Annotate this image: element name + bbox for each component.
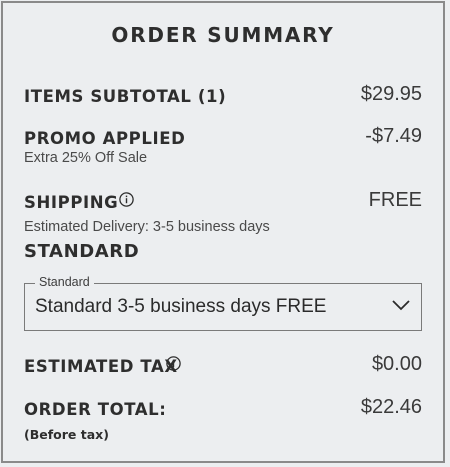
shipping-value: FREE bbox=[368, 189, 422, 211]
order-summary-panel: ORDER SUMMARY ITEMS SUBTOTAL (1) $29.95 … bbox=[1, 1, 445, 463]
estimated-tax-label: ESTIMATED TAX bbox=[24, 357, 178, 376]
before-tax-note: (Before tax) bbox=[24, 427, 109, 442]
estimated-tax-value: $0.00 bbox=[371, 353, 422, 375]
shipping-method-select[interactable]: Standard Standard 3-5 business days FREE bbox=[24, 275, 422, 331]
promo-applied-value: -$7.49 bbox=[365, 125, 422, 147]
shipping-select-legend: Standard bbox=[35, 275, 94, 289]
chevron-down-icon[interactable] bbox=[391, 298, 411, 312]
shipping-select-value: Standard 3-5 business days FREE bbox=[35, 296, 327, 317]
items-subtotal-label: ITEMS SUBTOTAL (1) bbox=[24, 87, 227, 106]
promo-detail: Extra 25% Off Sale bbox=[24, 150, 148, 166]
estimated-delivery: Estimated Delivery: 3-5 business days bbox=[24, 219, 270, 235]
order-total-label: ORDER TOTAL: bbox=[24, 400, 167, 419]
shipping-label: SHIPPING bbox=[24, 193, 119, 212]
order-summary-title: ORDER SUMMARY bbox=[111, 23, 335, 47]
info-icon[interactable] bbox=[119, 192, 134, 207]
promo-applied-label: PROMO APPLIED bbox=[24, 129, 186, 148]
info-icon[interactable] bbox=[166, 356, 181, 371]
items-subtotal-value: $29.95 bbox=[360, 83, 422, 105]
order-total-value: $22.46 bbox=[360, 396, 422, 418]
shipping-method-heading: STANDARD bbox=[24, 241, 140, 262]
